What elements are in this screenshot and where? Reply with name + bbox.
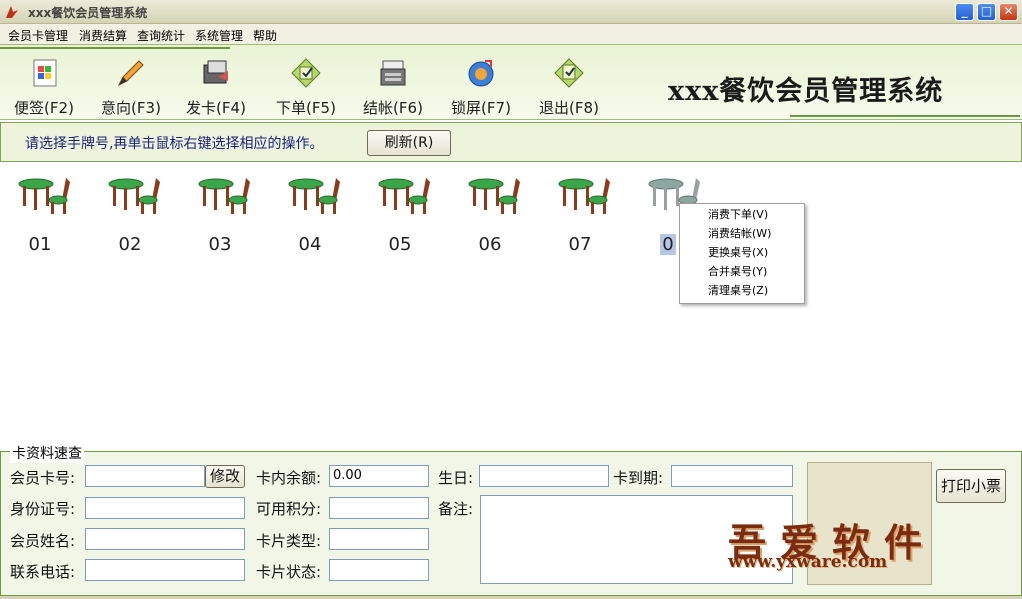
table-number: 04	[298, 234, 322, 255]
table-number: 0	[660, 234, 676, 255]
card-status-field[interactable]	[329, 559, 429, 581]
table-tile-04[interactable]: 04	[280, 176, 350, 256]
hint-bar: 请选择手牌号,再单击鼠标右键选择相应的操作。 刷新(R)	[0, 122, 1022, 162]
toolbar-lock-screen-label: 锁屏(F7)	[451, 99, 511, 117]
member-card-label: 会员卡号:	[10, 469, 76, 487]
dining-table-icon	[108, 178, 160, 214]
table-number: 01	[28, 234, 52, 255]
phone-field[interactable]	[85, 559, 245, 581]
toolbar-note-button[interactable]: 便签(F2)	[4, 51, 84, 117]
menu-help[interactable]: 帮助	[253, 27, 277, 44]
toolbar-checkout-button[interactable]: 结帐(F6)	[353, 51, 433, 117]
toolbar-issue-card-label: 发卡(F4)	[186, 99, 246, 117]
member-card-input[interactable]	[85, 465, 205, 487]
table-tile-01[interactable]: 01	[10, 176, 80, 256]
card-type-field[interactable]	[329, 528, 429, 550]
id-number-field[interactable]	[85, 497, 245, 519]
balance-label: 卡内余额:	[256, 469, 322, 487]
table-tile-02[interactable]: 02	[100, 176, 170, 256]
dining-table-icon	[288, 178, 340, 214]
table-number: 03	[208, 234, 232, 255]
watermark: 吾爱软件 www.yxware.com	[728, 512, 1018, 572]
phone-label: 联系电话:	[10, 563, 76, 581]
table-tile-05[interactable]: 05	[370, 176, 440, 256]
card-issue-icon	[203, 60, 228, 84]
minimize-button[interactable]: _	[955, 3, 974, 21]
table-tile-07[interactable]: 07	[550, 176, 620, 256]
expiry-label: 卡到期:	[613, 469, 664, 487]
menu-query-statistics[interactable]: 查询统计	[137, 27, 185, 44]
birthday-field[interactable]	[479, 465, 609, 487]
pencil-icon	[117, 60, 144, 87]
dining-table-icon	[198, 178, 250, 214]
toolbar-checkout-label: 结帐(F6)	[363, 99, 423, 117]
table-number: 02	[118, 234, 142, 255]
id-number-label: 身份证号:	[10, 500, 76, 518]
close-button[interactable]: ✕	[999, 3, 1018, 21]
order-icon	[291, 58, 321, 88]
lock-screen-icon	[468, 60, 494, 87]
dining-table-icon	[378, 178, 430, 214]
ctx-menu-order[interactable]: 消费下单(V)	[680, 205, 804, 224]
table-number: 07	[568, 234, 592, 255]
dining-table-icon	[18, 178, 70, 214]
member-name-field[interactable]	[85, 528, 245, 550]
balance-field[interactable]: 0.00	[329, 465, 429, 487]
member-name-label: 会员姓名:	[10, 532, 76, 550]
ctx-menu-checkout[interactable]: 消费结帐(W)	[680, 224, 804, 243]
window-title: xxx餐饮会员管理系统	[28, 6, 148, 20]
title-bar: xxx餐饮会员管理系统 _ □ ✕	[0, 0, 1022, 24]
ctx-menu-change-table[interactable]: 更换桌号(X)	[680, 243, 804, 262]
toolbar-exit-label: 退出(F8)	[539, 99, 599, 117]
remark-label: 备注:	[438, 500, 474, 518]
menu-card-management[interactable]: 会员卡管理	[8, 27, 68, 44]
toolbar-lock-screen-button[interactable]: 锁屏(F7)	[441, 51, 521, 117]
toolbar-intention-label: 意向(F3)	[101, 99, 161, 117]
ctx-menu-clear-table[interactable]: 清理桌号(Z)	[680, 281, 804, 300]
windows-flag-icon	[33, 59, 57, 87]
toolbar-exit-button[interactable]: 退出(F8)	[529, 51, 609, 117]
toolbar-issue-card-button[interactable]: 发卡(F4)	[176, 51, 256, 117]
table-tile-06[interactable]: 06	[460, 176, 530, 256]
table-number: 05	[388, 234, 412, 255]
brand-title: xxx餐饮会员管理系统	[668, 76, 944, 107]
card-status-label: 卡片状态:	[256, 563, 322, 581]
cash-register-icon	[380, 60, 406, 86]
exit-icon	[554, 58, 584, 88]
dining-table-icon	[468, 178, 520, 214]
toolbar-order-button[interactable]: 下单(F5)	[266, 51, 346, 117]
toolbar: 便签(F2) 意向(F3) 发卡(F4) 下单(F5) 结帐(F6) 锁屏(F7…	[0, 44, 1022, 120]
maximize-button[interactable]: □	[977, 3, 996, 21]
toolbar-order-label: 下单(F5)	[276, 99, 336, 117]
points-label: 可用积分:	[256, 500, 322, 518]
menu-consumption-settlement[interactable]: 消费结算	[79, 27, 127, 44]
vine-decoration	[0, 47, 230, 49]
menu-bar: 会员卡管理 消费结算 查询统计 系统管理 帮助	[0, 24, 1022, 44]
menu-system-management[interactable]: 系统管理	[195, 27, 243, 44]
table-tile-03[interactable]: 03	[190, 176, 260, 256]
app-logo-icon	[6, 6, 18, 18]
points-field[interactable]	[329, 497, 429, 519]
toolbar-note-label: 便签(F2)	[14, 99, 74, 117]
birthday-label: 生日:	[438, 469, 474, 487]
expiry-field[interactable]	[671, 465, 793, 487]
dining-table-icon	[558, 178, 610, 214]
vine-decoration	[790, 115, 1020, 117]
hint-text: 请选择手牌号,再单击鼠标右键选择相应的操作。	[25, 136, 324, 152]
print-receipt-button[interactable]: 打印小票	[936, 469, 1006, 503]
card-panel-legend: 卡资料速查	[10, 443, 84, 463]
ctx-menu-merge-table[interactable]: 合并桌号(Y)	[680, 262, 804, 281]
refresh-button[interactable]: 刷新(R)	[367, 130, 451, 156]
watermark-url: www.yxware.com	[728, 552, 888, 572]
toolbar-intention-button[interactable]: 意向(F3)	[91, 51, 171, 117]
edit-button[interactable]: 修改	[205, 465, 245, 488]
table-number: 06	[478, 234, 502, 255]
card-type-label: 卡片类型:	[256, 532, 322, 550]
context-menu: 消费下单(V) 消费结帐(W) 更换桌号(X) 合并桌号(Y) 清理桌号(Z)	[679, 203, 805, 304]
